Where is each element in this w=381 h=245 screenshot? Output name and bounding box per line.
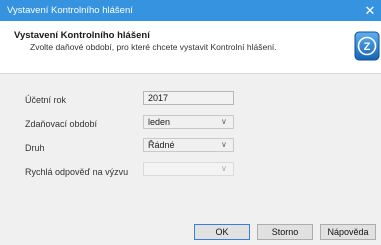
help-button[interactable]: Nápověda [320,224,376,240]
form-panel: Účetní rok 2017 Zdaňovací období leden ∨… [0,74,381,206]
header-subtitle: Zvolte daňové období, pro které chcete v… [30,42,277,52]
reply-select[interactable]: ∨ [143,162,234,176]
reply-label: Rychlá odpověď na výzvu [25,167,129,177]
close-button[interactable]: ✕ [359,0,381,21]
title-bar: Vystavení Kontrolního hlášení ✕ [0,0,381,21]
chevron-down-icon: ∨ [221,140,227,149]
chevron-down-icon: ∨ [221,164,227,173]
button-bar: OK Storno Nápověda [0,206,381,245]
year-label: Účetní rok [25,95,67,105]
svg-text:Z: Z [364,41,371,53]
app-logo-icon: Z [354,31,380,61]
period-value: leden [148,117,171,127]
type-select[interactable]: Řádné ∨ [143,138,234,152]
chevron-down-icon: ∨ [221,117,227,126]
period-label: Zdaňovací období [25,119,98,129]
window-title: Vystavení Kontrolního hlášení [7,5,133,16]
year-field[interactable]: 2017 [143,91,234,105]
ok-button[interactable]: OK [194,224,250,240]
header-title: Vystavení Kontrolního hlášení [14,30,150,41]
cancel-button[interactable]: Storno [257,224,313,240]
type-label: Druh [25,143,45,153]
type-value: Řádné [148,140,175,150]
dialog-header: Vystavení Kontrolního hlášení Zvolte daň… [0,21,381,74]
period-select[interactable]: leden ∨ [143,115,234,129]
